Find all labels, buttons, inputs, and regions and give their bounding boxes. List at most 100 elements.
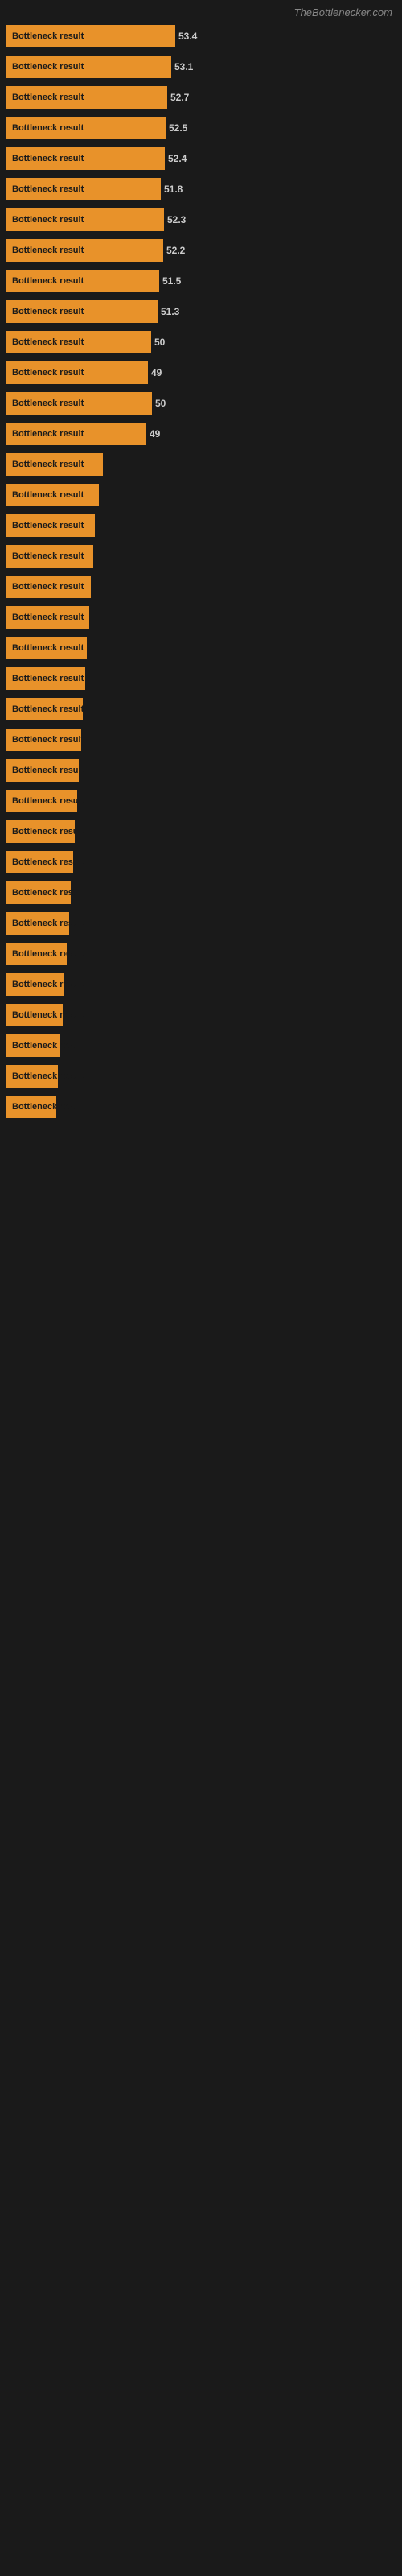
bar-row: Bottleneck result 53.1: [0, 52, 402, 81]
bar-value: 51.8: [164, 184, 183, 195]
bar-fill: Bottleneck result: [6, 1065, 58, 1088]
bar-wrapper: Bottleneck result51.5: [6, 270, 396, 292]
bar-wrapper: Bottleneck result51.8: [6, 178, 396, 200]
bar-value: 52.2: [166, 245, 185, 256]
bar-row: Bottleneck result52.5: [0, 114, 402, 142]
bar-label: Bottleneck result: [10, 215, 86, 225]
bar-wrapper: Bottleneck result 53.1: [6, 56, 396, 78]
bar-wrapper: Bottleneck result52.7: [6, 86, 396, 109]
bar-fill: Bottleneck result: [6, 606, 89, 629]
bar-label: Bottleneck result: [10, 460, 86, 469]
bar-fill: Bottleneck result: [6, 147, 165, 170]
bar-wrapper: Bottleneck result50: [6, 392, 396, 415]
bar-wrapper: Bottleneck result: [6, 667, 396, 690]
bar-value: 53.1: [174, 61, 193, 72]
bar-wrapper: Bottleneck result: [6, 698, 396, 720]
bar-wrapper: Bottleneck result 49: [6, 423, 396, 445]
bar-fill: Bottleneck result: [6, 178, 161, 200]
bar-fill: Bottleneck result: [6, 790, 77, 812]
bar-fill: Bottleneck result: [6, 300, 158, 323]
bar-row: Bottleneck result: [0, 481, 402, 510]
bar-value: 52.5: [169, 122, 187, 134]
bar-fill: Bottleneck result: [6, 423, 146, 445]
bar-value: 52.3: [167, 214, 186, 225]
bar-value: 52.4: [168, 153, 187, 164]
bars-container: Bottleneck result53.4Bottleneck result53…: [0, 22, 402, 1121]
bar-label: Bottleneck result: [10, 1010, 86, 1020]
bar-row: Bottleneck result: [0, 817, 402, 846]
bar-label: Bottleneck result: [10, 276, 86, 286]
bar-fill: Bottleneck result: [6, 576, 91, 598]
bar-fill: Bottleneck result: [6, 943, 67, 965]
bar-row: Bottleneck result: [0, 603, 402, 632]
bar-row: Bottleneck result49: [0, 358, 402, 387]
bar-wrapper: Bottleneck result: [6, 973, 396, 996]
bar-label: Bottleneck result: [10, 246, 86, 255]
bar-row: Bottleneck result: [0, 1031, 402, 1060]
bar-row: Bottleneck result: [0, 1062, 402, 1091]
bar-row: Bottleneck result: [0, 695, 402, 724]
bar-value: 50: [154, 336, 165, 348]
bar-label: Bottleneck result: [10, 857, 86, 867]
bar-wrapper: Bottleneck result50: [6, 331, 396, 353]
site-header: TheBottlenecker.com: [0, 0, 402, 22]
bar-wrapper: Bottleneck result: [6, 576, 396, 598]
bar-row: Bottleneck result50: [0, 389, 402, 418]
bar-label: Bottleneck result: [10, 613, 86, 622]
bar-value: 49: [150, 428, 160, 440]
bar-fill: Bottleneck result: [6, 453, 103, 476]
bar-fill: Bottleneck result: [6, 208, 164, 231]
bar-fill: Bottleneck result: [6, 1004, 63, 1026]
bar-label: Bottleneck result: [10, 919, 86, 928]
bar-fill: Bottleneck result: [6, 56, 171, 78]
bar-fill: Bottleneck result: [6, 514, 95, 537]
site-title: TheBottlenecker.com: [294, 6, 392, 19]
bar-fill: Bottleneck result: [6, 667, 85, 690]
bar-label: Bottleneck result: [10, 31, 86, 41]
bar-wrapper: Bottleneck result: [6, 453, 396, 476]
bar-row: Bottleneck result52.7: [0, 83, 402, 112]
bar-label: Bottleneck result: [10, 674, 86, 683]
bar-row: Bottleneck result: [0, 878, 402, 907]
bar-label: Bottleneck result: [10, 980, 86, 989]
bar-fill: Bottleneck result: [6, 698, 83, 720]
bar-label: Bottleneck result: [10, 62, 86, 72]
bar-row: Bottleneck result: [0, 542, 402, 571]
bar-wrapper: Bottleneck result: [6, 1034, 396, 1057]
bar-fill: Bottleneck result: [6, 117, 166, 139]
bar-fill: Bottleneck result: [6, 545, 93, 568]
bar-wrapper: Bottleneck result: [6, 1065, 396, 1088]
bar-fill: Bottleneck result: [6, 86, 167, 109]
bar-wrapper: Bottleneck result53.4: [6, 25, 396, 47]
bar-label: Bottleneck result: [10, 643, 86, 653]
bar-wrapper: Bottleneck result: [6, 820, 396, 843]
bar-label: Bottleneck result: [10, 154, 86, 163]
bar-fill: Bottleneck result: [6, 759, 79, 782]
bar-fill: Bottleneck result: [6, 637, 87, 659]
bar-fill: Bottleneck result: [6, 973, 64, 996]
bar-row: Bottleneck result51.5: [0, 266, 402, 295]
bar-row: Bottleneck result 49: [0, 419, 402, 448]
bar-label: Bottleneck result: [10, 796, 86, 806]
bar-wrapper: Bottleneck result 52.3: [6, 208, 396, 231]
bar-fill: Bottleneck result: [6, 484, 99, 506]
bar-row: Bottleneck result: [0, 970, 402, 999]
bar-label: Bottleneck result: [10, 398, 86, 408]
bar-row: Bottleneck result50: [0, 328, 402, 357]
bar-fill: Bottleneck result: [6, 1096, 56, 1118]
bar-wrapper: Bottleneck result: [6, 545, 396, 568]
bar-wrapper: Bottleneck result: [6, 790, 396, 812]
bar-label: Bottleneck result: [10, 490, 86, 500]
bar-fill: Bottleneck result: [6, 392, 152, 415]
bar-wrapper: Bottleneck result 52.4: [6, 147, 396, 170]
bar-fill: Bottleneck result: [6, 239, 163, 262]
bar-row: Bottleneck result: [0, 511, 402, 540]
bar-wrapper: Bottleneck result: [6, 1004, 396, 1026]
bar-value: 52.7: [170, 92, 189, 103]
bar-wrapper: Bottleneck result49: [6, 361, 396, 384]
bar-row: Bottleneck result: [0, 450, 402, 479]
bar-fill: Bottleneck result: [6, 820, 75, 843]
bar-wrapper: Bottleneck result52.5: [6, 117, 396, 139]
bar-row: Bottleneck result51.3: [0, 297, 402, 326]
bar-wrapper: Bottleneck result: [6, 514, 396, 537]
